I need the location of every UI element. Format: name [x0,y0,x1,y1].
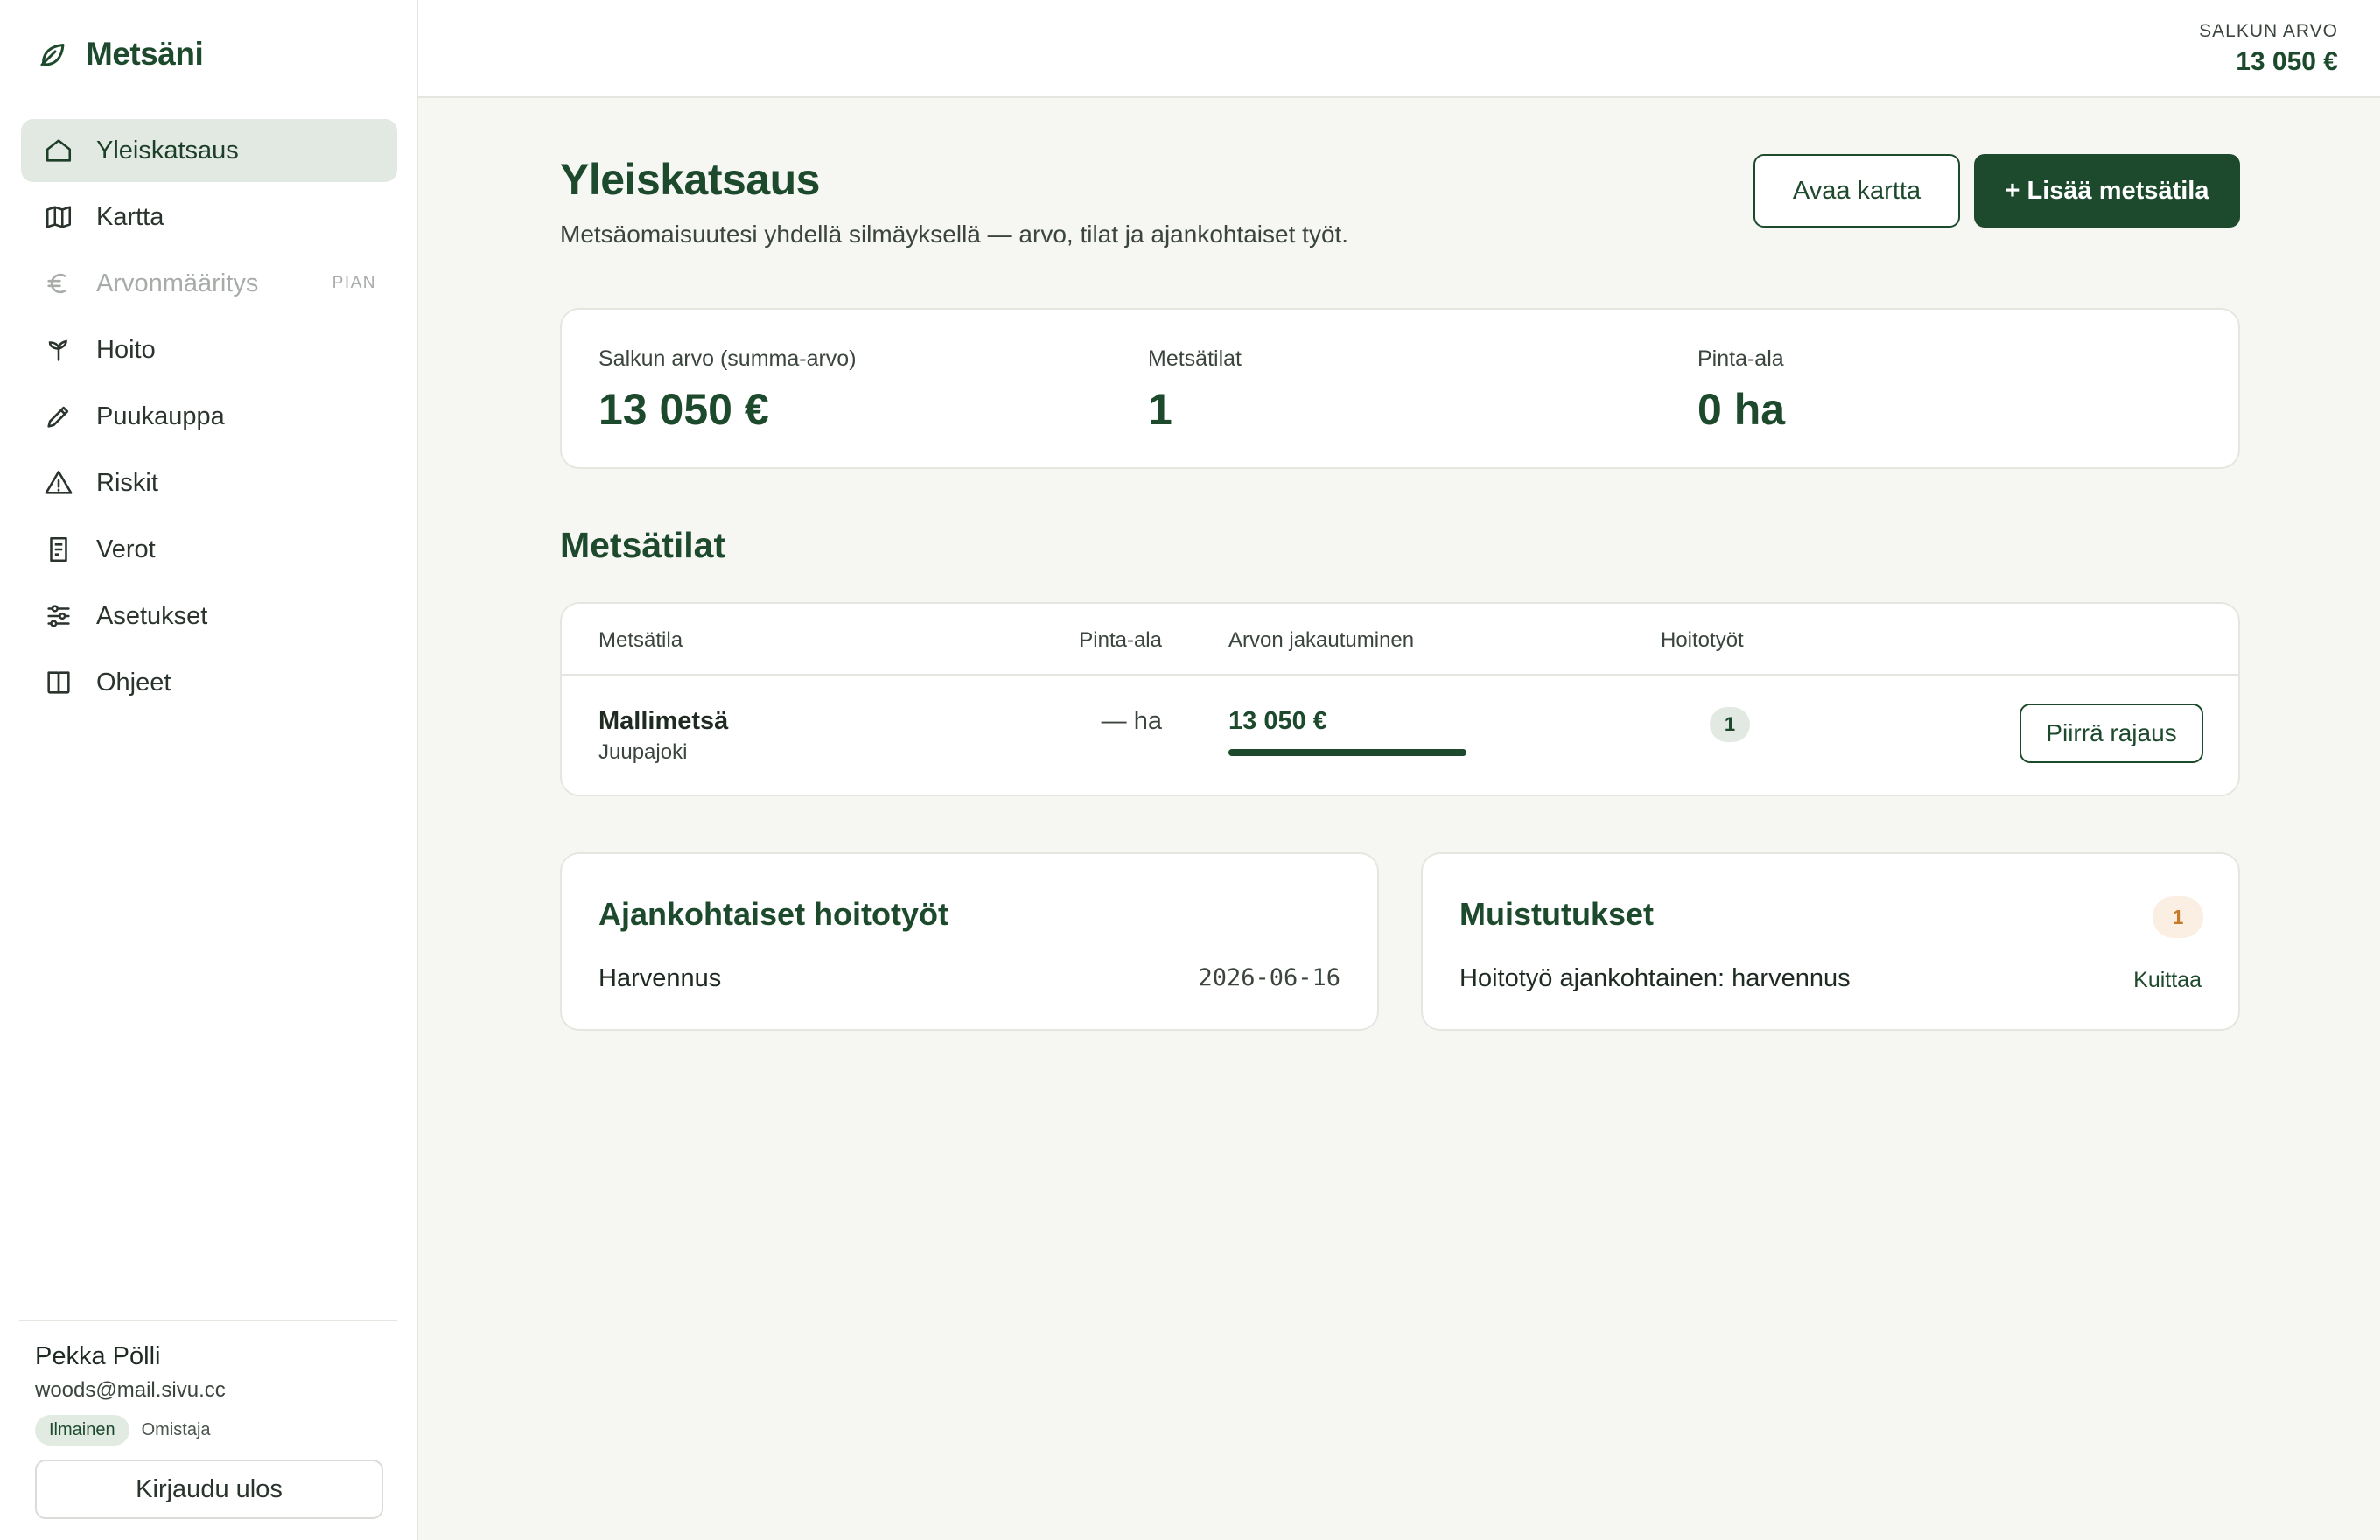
pen-icon [42,400,75,433]
sidebar: Metsäni Yleiskatsaus Kartta Arvonmäärity… [0,0,418,1540]
top-bar: SALKUN ARVO 13 050 € [418,0,2380,98]
stats-card: Salkun arvo (summa-arvo) 13 050 € Metsät… [560,308,2240,469]
column-header-name: Metsätila [598,628,683,652]
nav-item-map[interactable]: Kartta [21,186,397,248]
receipt-icon [42,533,75,566]
nav-item-label: Verot [96,535,156,564]
table-header: Metsätila Pinta-ala Arvon jakautuminen H… [562,604,2238,676]
nav-item-label: Arvonmääritys [96,269,259,298]
reminder-count-badge: 1 [2152,896,2203,938]
panel-title: Ajankohtaiset hoitotyöt [598,896,949,932]
stat-label: Salkun arvo (summa-arvo) [598,346,857,371]
user-email: woods@mail.sivu.cc [35,1378,226,1402]
current-tasks-panel: Ajankohtaiset hoitotyöt Harvennus 2026-0… [560,852,1379,1031]
app-logo[interactable]: Metsäni [37,32,204,77]
user-name: Pekka Pölli [35,1342,161,1370]
task-count-badge: 1 [1710,707,1750,742]
nav-item-label: Kartta [96,202,164,231]
nav-item-valuation: Arvonmääritys PIAN [21,252,397,315]
page-title: Yleiskatsaus [560,155,820,204]
stat-value: 0 ha [1698,385,1786,434]
nav-item-label: Puukauppa [96,402,225,430]
user-profile: Pekka Pölli woods@mail.sivu.cc Ilmainen … [35,1342,385,1446]
warning-icon [42,466,75,500]
nav-item-label: Hoito [96,335,156,364]
role-label: Omistaja [141,1420,211,1439]
nav-item-overview[interactable]: Yleiskatsaus [21,119,397,182]
nav-item-label: Riskit [96,468,158,497]
panel-title: Muistutukset [1460,896,1655,932]
logout-button[interactable]: Kirjaudu ulos [35,1460,383,1519]
estate-name[interactable]: Mallimetsä [598,707,728,736]
page-subtitle: Metsäomaisuutesi yhdellä silmäyksellä — … [560,220,1349,248]
estate-location: Juupajoki [598,740,688,764]
task-date: 2026-06-16 [1198,964,1340,991]
portfolio-value-summary: SALKUN ARVO 13 050 € [2199,21,2338,77]
estates-section-title: Metsätilat [560,525,726,565]
portfolio-value-label: SALKUN ARVO [2199,21,2338,41]
stat-estates: Metsätilat 1 [1148,346,1242,435]
portfolio-value: 13 050 € [2236,47,2338,76]
add-estate-button[interactable]: + Lisää metsätila [1974,154,2240,228]
leaf-icon [40,44,65,66]
estate-value: 13 050 € [1228,707,1327,735]
nav-item-help[interactable]: Ohjeet [21,651,397,714]
nav-item-label: Ohjeet [96,668,172,696]
map-icon [42,200,75,234]
sliders-icon [42,599,75,633]
reminders-panel: Muistutukset 1 Hoitotyö ajankohtainen: h… [1421,852,2240,1031]
coming-soon-badge: PIAN [332,274,376,292]
stat-label: Metsätilat [1148,346,1242,371]
estates-table: Metsätila Pinta-ala Arvon jakautuminen H… [560,602,2240,796]
nav-item-care[interactable]: Hoito [21,318,397,382]
stat-label: Pinta-ala [1698,346,1784,371]
app-name: Metsäni [86,36,204,72]
estate-area: — ha [1101,707,1162,735]
task-item: Harvennus [598,964,722,992]
column-header-area: Pinta-ala [1079,628,1162,652]
nav-item-taxes[interactable]: Verot [21,518,397,581]
nav-item-settings[interactable]: Asetukset [21,584,397,648]
stat-area: Pinta-ala 0 ha [1698,346,1785,435]
sidebar-divider [19,1320,397,1321]
sprout-icon [42,333,75,367]
home-icon [42,134,75,167]
value-share-fill [1228,749,1466,756]
nav-item-timber-trade[interactable]: Puukauppa [21,385,397,448]
value-share-bar [1228,749,1466,756]
column-header-value: Arvon jakautuminen [1228,628,1415,652]
stat-portfolio: Salkun arvo (summa-arvo) 13 050 € [598,346,857,435]
book-icon [42,666,75,699]
column-header-tasks: Hoitotyöt [1661,628,1744,652]
euro-icon [42,267,75,300]
main-nav: Yleiskatsaus Kartta Arvonmääritys PIAN H… [21,119,397,718]
open-map-button[interactable]: Avaa kartta [1754,154,1960,228]
stat-value: 1 [1148,385,1172,434]
nav-item-label: Yleiskatsaus [96,136,239,164]
nav-item-label: Asetukset [96,601,208,630]
draw-boundary-button[interactable]: Piirrä rajaus [2020,704,2203,763]
acknowledge-link[interactable]: Kuittaa [2133,968,2202,993]
plan-badge: Ilmainen [35,1415,130,1446]
stat-value: 13 050 € [598,385,769,434]
reminder-item: Hoitotyö ajankohtainen: harvennus [1460,964,1851,992]
nav-item-risks[interactable]: Riskit [21,452,397,514]
